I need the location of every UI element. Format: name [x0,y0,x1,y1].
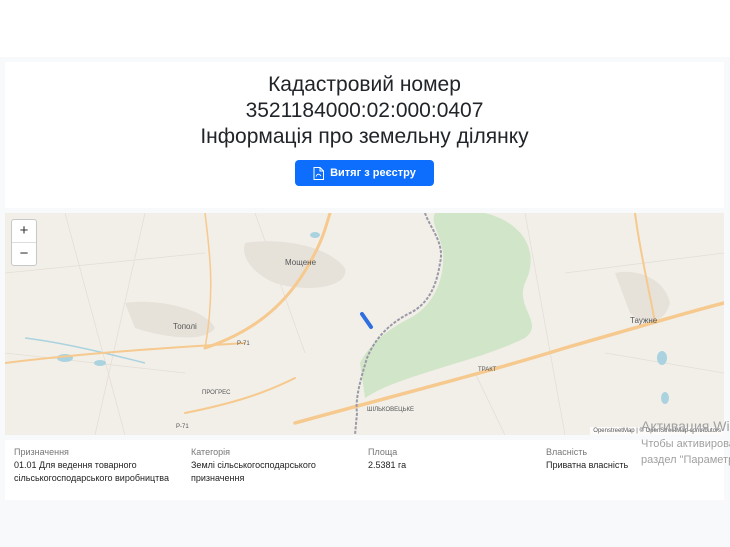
purpose-value: 01.01 Для ведення товарного сільськогосп… [14,460,169,483]
watermark-line-3: раздел "Параметры". [641,454,730,466]
ownership-field: Власність Приватна власність [546,446,641,472]
category-value: Землі сільськогосподарського призначення [191,460,316,483]
ownership-value: Приватна власність [546,460,629,470]
cadastral-number: 3521184000:02:000:0407 [245,99,484,122]
watermark-line-1: Активация Windows [641,418,730,434]
parcel-info: Призначення 01.01 Для ведення товарного … [5,440,724,500]
top-bar [0,0,730,57]
ownership-label: Власність [546,447,588,457]
registry-extract-button[interactable]: Витяг з реєстру [295,160,434,186]
watermark-line-2: Чтобы активировать Windows, перейдите в [641,438,730,450]
purpose-field: Призначення 01.01 Для ведення товарного … [14,446,179,485]
place-silkovetska: ШІЛЬКОВЕЦЬКЕ [367,407,415,413]
area-field: Площа 2.5381 га [368,446,488,472]
cadastral-title: Кадастровий номер [268,73,461,96]
area-value: 2.5381 га [368,460,407,470]
place-progres: ПРОГРЕС [202,390,231,396]
registry-extract-label: Витяг з реєстру [330,167,416,179]
place-moshchene: Мощене [285,258,317,267]
place-trakt: ТРАКТ [478,367,497,373]
pdf-file-icon [313,166,325,180]
place-topoli: Тополі [173,322,197,331]
map-canvas[interactable] [5,213,724,435]
area-label: Площа [368,447,398,457]
zoom-in-button[interactable]: + [12,220,36,242]
forest-area [360,213,533,398]
purpose-label: Призначення [14,447,69,457]
page-subtitle: Інформація про земельну ділянку [200,125,529,148]
place-tauzhne: Таужне [630,316,658,325]
category-field: Категорія Землі сільськогосподарського п… [191,446,331,485]
category-label: Категорія [191,447,231,457]
windows-activation-watermark: Активация Windows Чтобы активировать Win… [641,417,730,468]
zoom-control: + − [11,219,37,266]
land-parcel-marker[interactable] [360,312,373,329]
road-label-r71b: Р-71 [176,424,189,430]
road-label-r71a: Р-71 [237,341,250,347]
map-view[interactable]: + − Мощене Тополі Таужне Р-71 Р-71 ПРОГР… [5,213,724,435]
zoom-out-button[interactable]: − [12,242,36,265]
header-card: Кадастровий номер 3521184000:02:000:0407… [5,62,724,208]
